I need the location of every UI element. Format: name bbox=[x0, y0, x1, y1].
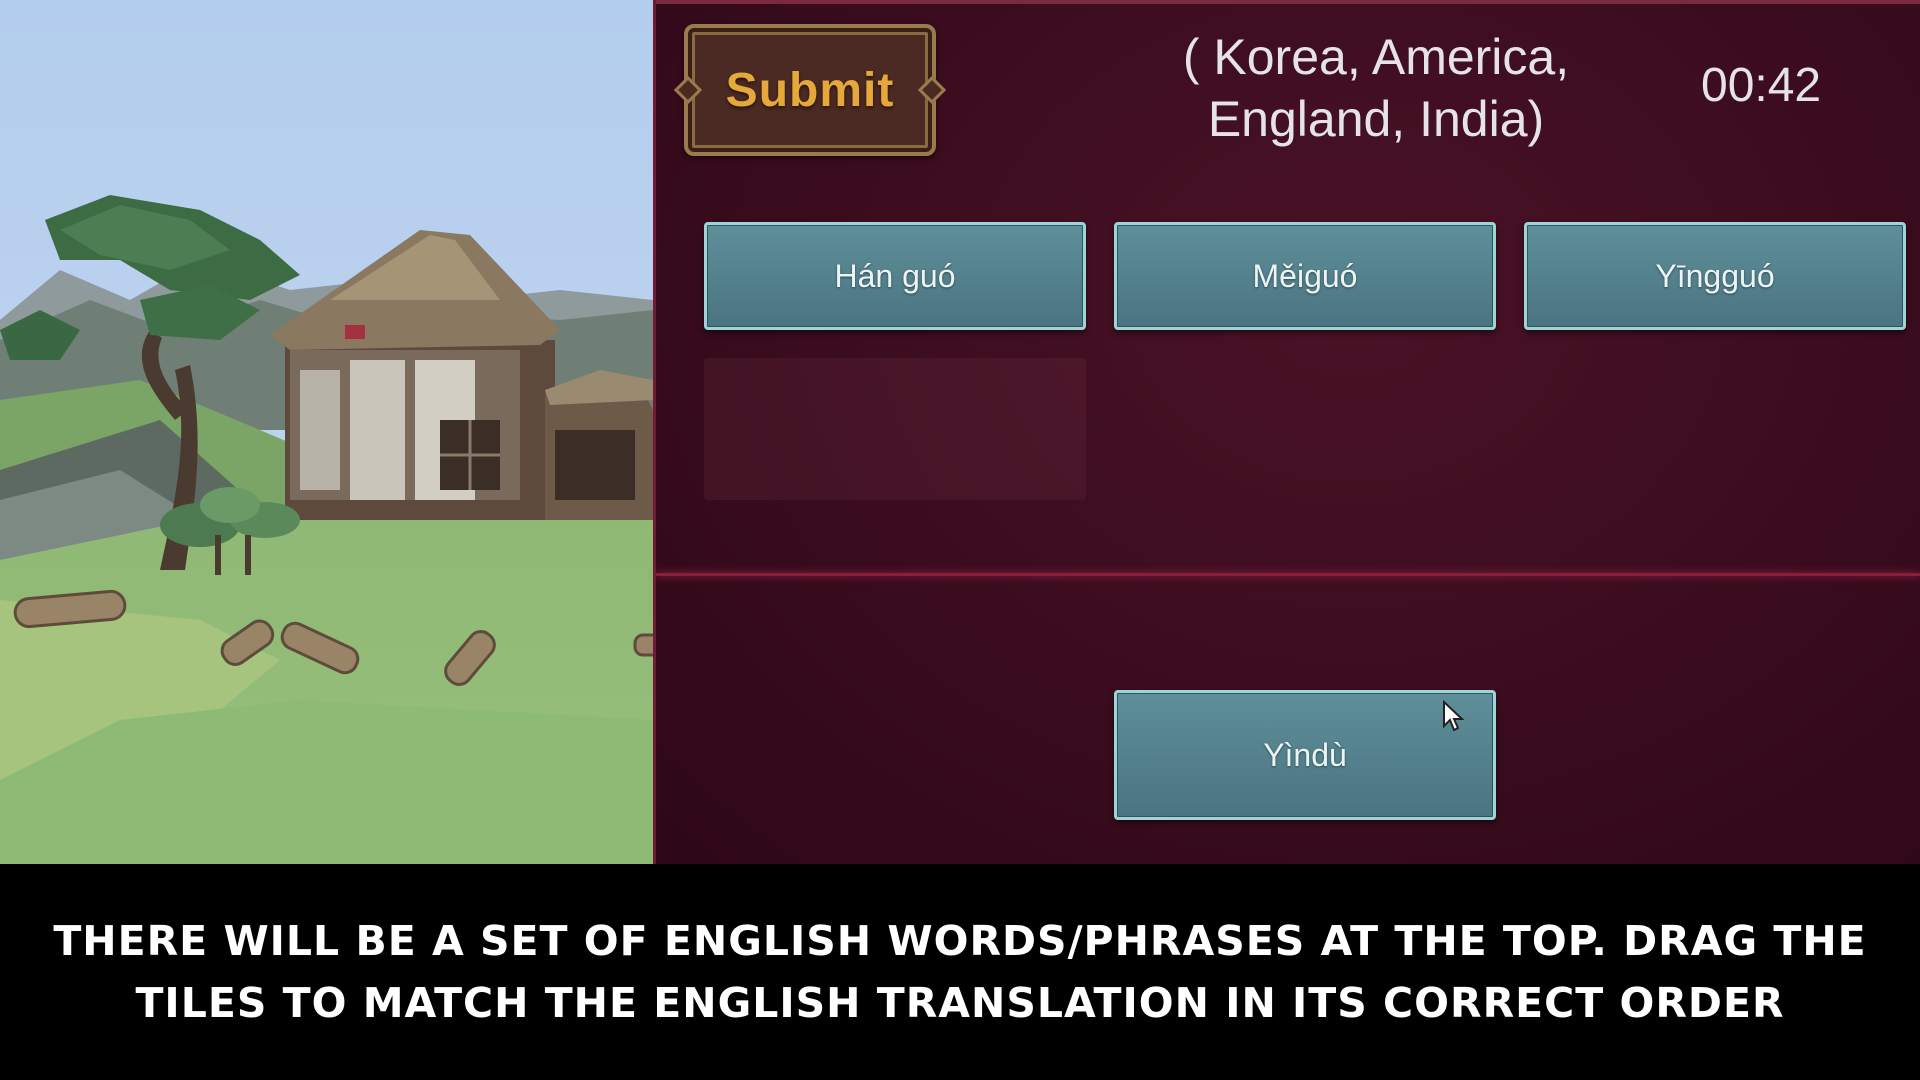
prompt-line-2: England, India) bbox=[1207, 91, 1545, 147]
answer-tile-3[interactable]: Yīngguó bbox=[1524, 222, 1906, 330]
village-scene-illustration bbox=[0, 0, 653, 864]
panel-top-edge bbox=[656, 0, 1920, 4]
tile-label: Měiguó bbox=[1252, 257, 1358, 294]
instruction-caption: There will be a set of English words/phr… bbox=[0, 864, 1920, 1080]
empty-answer-slot[interactable] bbox=[704, 358, 1086, 500]
english-prompt: ( Korea, America, England, India) bbox=[1096, 26, 1656, 150]
submit-frame-ornament bbox=[673, 75, 703, 105]
tile-label: Yīngguó bbox=[1655, 257, 1775, 294]
mouse-cursor-icon bbox=[1443, 700, 1465, 732]
answer-area-divider bbox=[656, 573, 1920, 576]
prompt-line-1: ( Korea, America, bbox=[1182, 29, 1570, 85]
countdown-timer: 00:42 bbox=[1701, 59, 1822, 112]
tile-label: Hán guó bbox=[834, 257, 956, 294]
answer-tile-1[interactable]: Hán guó bbox=[704, 222, 1086, 330]
answer-tile-2[interactable]: Měiguó bbox=[1114, 222, 1496, 330]
pool-tile-1[interactable]: Yìndù bbox=[1114, 690, 1496, 820]
caption-line-2: tiles to match the English translation i… bbox=[135, 979, 1785, 1027]
submit-button[interactable]: Submit bbox=[673, 24, 947, 156]
translation-game-panel: Submit ( Korea, America, England, India)… bbox=[653, 0, 1920, 864]
tile-label: Yìndù bbox=[1263, 736, 1347, 773]
caption-line-1: There will be a set of English words/phr… bbox=[53, 917, 1867, 965]
submit-button-label: Submit bbox=[725, 63, 895, 117]
submit-frame-ornament bbox=[917, 75, 947, 105]
game-world-view bbox=[0, 0, 653, 864]
